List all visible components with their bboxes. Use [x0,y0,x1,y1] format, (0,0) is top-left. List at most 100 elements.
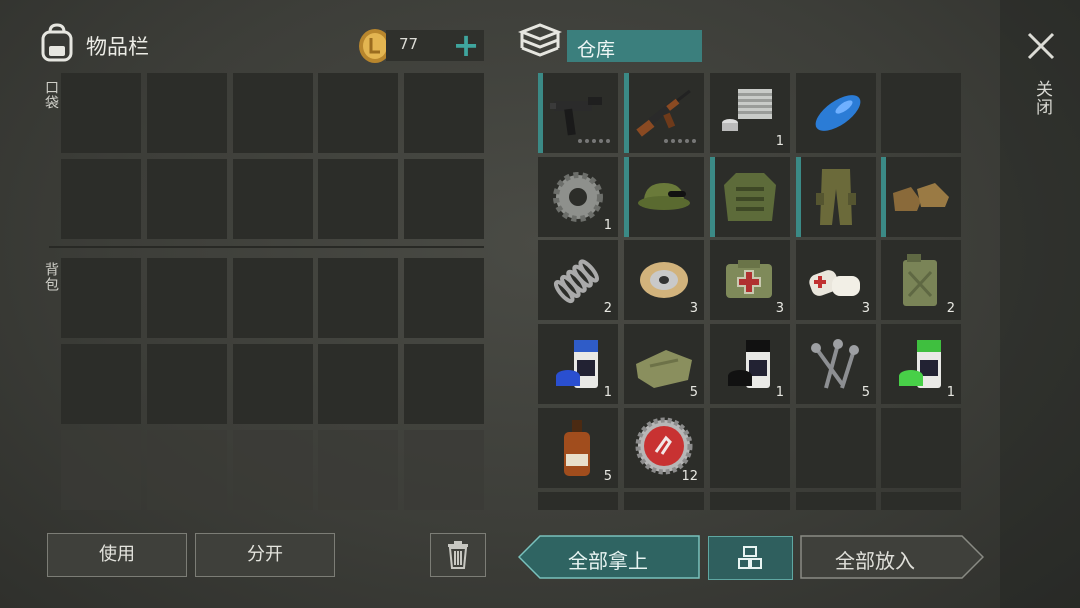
slot-accent [624,157,629,237]
backpack-slot[interactable] [404,258,484,338]
pocket-slot[interactable] [404,159,484,239]
bottle-icon [564,420,590,476]
backpack-slot[interactable] [147,344,227,424]
storage-slot[interactable] [796,73,876,153]
storage-slot-partial[interactable] [538,492,618,510]
storage-slot[interactable]: 3 [710,240,790,320]
item-quantity: 1 [946,385,955,400]
sort-button[interactable] [708,536,793,580]
item-quantity: 12 [681,469,698,484]
green-paint-can-icon [899,340,941,388]
grid-sort-icon [738,546,762,569]
item-quantity: 1 [603,218,612,233]
item-quantity: 2 [946,301,955,316]
boots-icon [893,183,949,211]
storage-slot[interactable] [796,157,876,237]
storage-slot[interactable]: 1 [710,73,790,153]
storage-slot[interactable]: 1 [538,324,618,404]
item-quantity: 1 [775,385,784,400]
item-quantity: 5 [603,469,612,484]
close-label[interactable]: 关闭 [1030,80,1055,116]
storage-slot[interactable] [624,157,704,237]
item-quantity: 3 [775,301,784,316]
nails-icon [811,339,859,389]
put-all-label: 全部放入 [835,549,915,573]
pocket-slot[interactable] [61,159,141,239]
wire-spool-icon [640,262,688,298]
backpack-slot[interactable] [318,258,398,338]
storage-slot[interactable] [538,73,618,153]
storage-slot[interactable] [710,157,790,237]
cloth-icon [636,350,692,388]
blue-fuel-tank-icon [815,95,861,131]
backpack-slot[interactable] [147,258,227,338]
storage-slot-partial[interactable] [796,492,876,510]
use-button[interactable]: 使用 [47,533,187,577]
backpack-slot[interactable] [233,344,313,424]
locked-slot [61,430,141,510]
storage-slot[interactable]: 12 [624,408,704,488]
item-quantity: 1 [775,134,784,149]
storage-slot[interactable] [624,73,704,153]
medkit-bag-icon [726,260,772,298]
item-quantity: 5 [861,385,870,400]
jerrycan-icon [903,254,937,306]
storage-slot[interactable]: 1 [881,324,961,404]
slot-accent [538,73,543,153]
storage-slot-empty[interactable] [710,408,790,488]
pocket-slot[interactable] [318,73,398,153]
black-paint-can-icon [728,340,770,388]
pocket-slot[interactable] [61,73,141,153]
item-quantity: 3 [861,301,870,316]
storage-slot-partial[interactable] [624,492,704,510]
backpack-slot[interactable] [233,258,313,338]
storage-slot-partial[interactable] [710,492,790,510]
split-button[interactable]: 分开 [195,533,335,577]
bandage-icon [809,270,860,296]
pocket-slot[interactable] [404,73,484,153]
storage-slot[interactable]: 5 [624,324,704,404]
storage-slot[interactable]: 3 [796,240,876,320]
backpack-label: 背包 [43,262,59,292]
storage-slot[interactable]: 5 [796,324,876,404]
ak-rifle-icon [636,89,696,143]
trash-icon [448,541,468,569]
locked-slot [233,430,313,510]
locked-slot [318,430,398,510]
pocket-slot[interactable] [233,159,313,239]
uzi-smg-icon [550,97,610,143]
trash-button[interactable] [430,533,486,577]
gear-icon [553,172,603,222]
locked-slot [147,430,227,510]
take-all-label: 全部拿上 [568,549,648,573]
backpack-icon [41,23,73,62]
section-divider [49,246,484,248]
storage-slot[interactable]: 1 [710,324,790,404]
pocket-slot[interactable] [318,159,398,239]
close-icon[interactable] [1025,30,1057,62]
pocket-slot[interactable] [147,159,227,239]
pocket-slot[interactable] [233,73,313,153]
storage-slot[interactable]: 2 [538,240,618,320]
storage-slot-partial[interactable] [881,492,961,510]
engine-cylinder-icon [722,89,772,131]
storage-slot[interactable]: 5 [538,408,618,488]
blue-paint-can-icon [556,340,598,388]
backpack-slot[interactable] [61,344,141,424]
storage-slot-empty[interactable] [881,73,961,153]
backpack-slot[interactable] [61,258,141,338]
storage-slot-empty[interactable] [796,408,876,488]
storage-slot[interactable] [881,157,961,237]
storage-slot[interactable]: 1 [538,157,618,237]
locked-slot [404,430,484,510]
storage-title: 仓库 [577,39,616,61]
item-quantity: 3 [689,301,698,316]
pocket-slot[interactable] [147,73,227,153]
storage-slot-empty[interactable] [881,408,961,488]
storage-slot[interactable]: 2 [881,240,961,320]
storage-slot[interactable]: 3 [624,240,704,320]
add-coins-button[interactable]: + [451,28,481,62]
backpack-slot[interactable] [318,344,398,424]
backpack-slot[interactable] [404,344,484,424]
item-quantity: 2 [603,301,612,316]
